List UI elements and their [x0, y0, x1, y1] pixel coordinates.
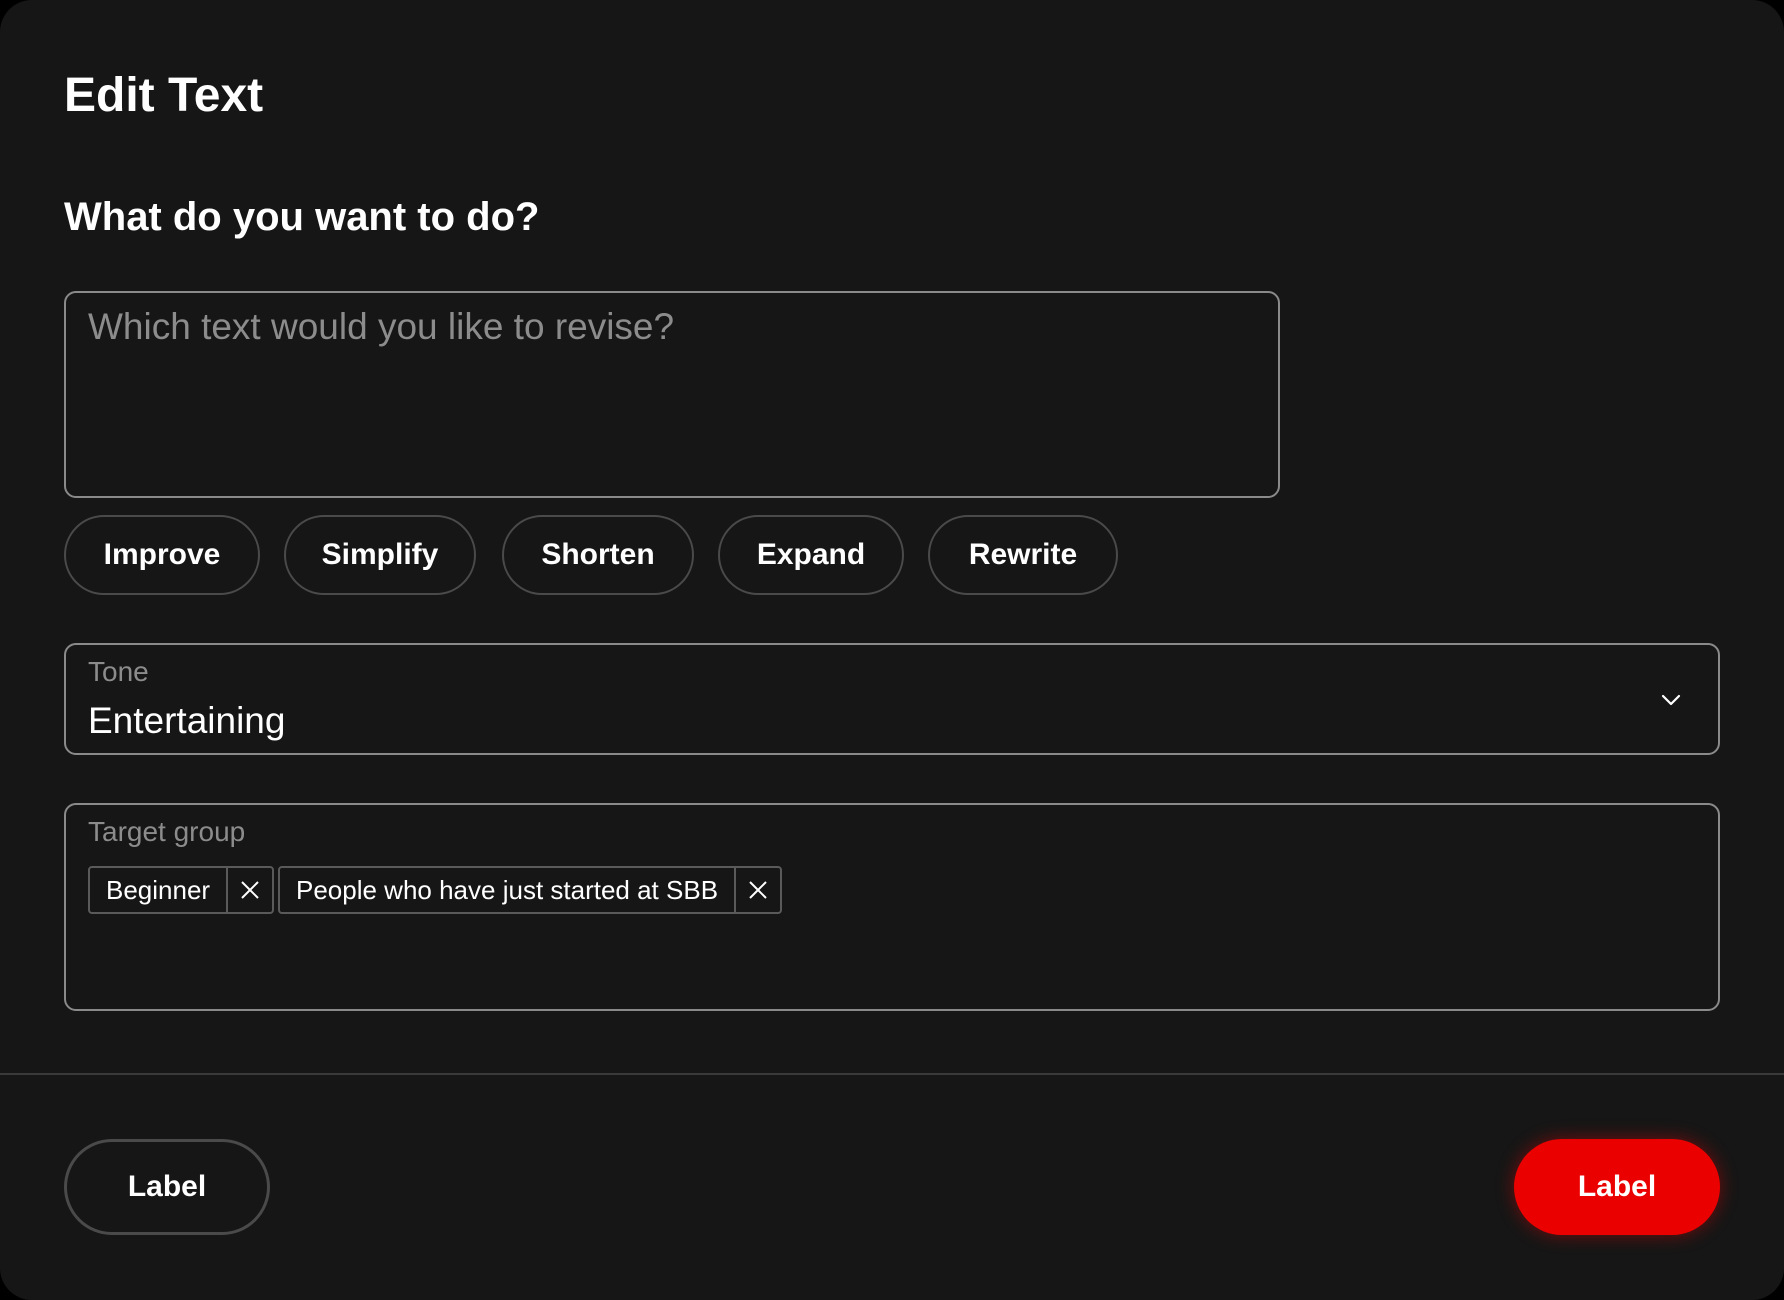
- target-group-label: Target group: [88, 816, 246, 847]
- close-icon: [241, 881, 259, 899]
- revise-text-input[interactable]: [66, 293, 1278, 496]
- tag-remove-button[interactable]: [734, 868, 780, 912]
- close-icon: [749, 881, 767, 899]
- chevron-down-icon: [1661, 694, 1681, 706]
- target-group-field[interactable]: Target group Beginner People who have ju…: [64, 803, 1720, 1011]
- improve-chip[interactable]: Improve: [64, 515, 260, 595]
- tone-label: Tone: [88, 656, 149, 687]
- footer-divider: [0, 1073, 1784, 1075]
- tag-label: Beginner: [106, 874, 211, 905]
- shorten-chip[interactable]: Shorten: [502, 515, 694, 595]
- rewrite-chip[interactable]: Rewrite: [928, 515, 1118, 595]
- tone-select[interactable]: Tone Entertaining: [64, 643, 1720, 755]
- edit-text-dialog: Edit Text What do you want to do? Improv…: [0, 0, 1784, 1300]
- revise-text-area: [64, 291, 1280, 498]
- tag-remove-button[interactable]: [226, 868, 272, 912]
- expand-chip[interactable]: Expand: [718, 515, 904, 595]
- tag-new-at-sbb: People who have just started at SBB: [278, 866, 783, 914]
- primary-button[interactable]: Label: [1514, 1139, 1720, 1235]
- tag-beginner: Beginner: [88, 866, 275, 914]
- tag-label: People who have just started at SBB: [296, 874, 719, 905]
- secondary-button[interactable]: Label: [64, 1139, 270, 1235]
- simplify-chip[interactable]: Simplify: [284, 515, 476, 595]
- question-heading: What do you want to do?: [64, 195, 540, 239]
- tone-value: Entertaining: [88, 700, 286, 741]
- dialog-title: Edit Text: [64, 69, 264, 122]
